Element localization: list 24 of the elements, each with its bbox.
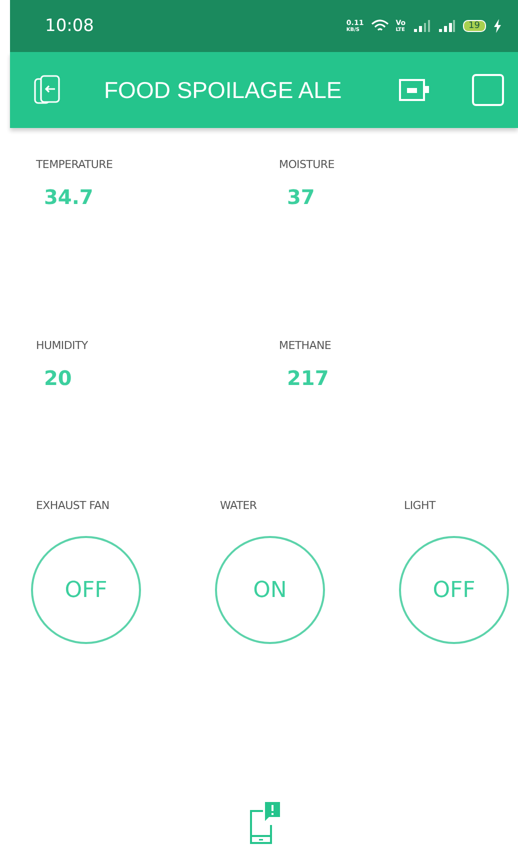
reading-label: HUMIDITY [36,339,89,352]
switch-label: WATER [220,499,258,512]
device-icon[interactable] [398,77,432,103]
toggle-button[interactable]: ON [215,536,325,644]
phone-alert-icon[interactable] [247,801,281,845]
toggle-button[interactable]: OFF [399,536,509,644]
toggle-button[interactable]: OFF [31,536,141,644]
reading-label: METHANE [279,339,332,352]
reading-value: 217 [287,366,330,390]
reading-value: 20 [44,366,73,390]
reading-value: 37 [287,185,316,209]
switch-label: LIGHT [404,499,437,512]
charging-icon [493,19,502,33]
battery-level: 19 [462,20,486,32]
reading-label: MOISTURE [279,158,336,171]
wifi-icon [370,19,389,33]
reading-value: 34.7 [44,185,94,209]
stop-button[interactable] [472,74,504,106]
reading-label: TEMPERATURE [36,158,114,171]
signal-icon [412,20,431,32]
signal-icon [438,20,456,32]
switch-label: EXHAUST FAN [36,499,110,512]
app-title: FOOD SPOILAGE ALE [104,76,343,104]
clock-time: 10:08 [45,16,94,36]
